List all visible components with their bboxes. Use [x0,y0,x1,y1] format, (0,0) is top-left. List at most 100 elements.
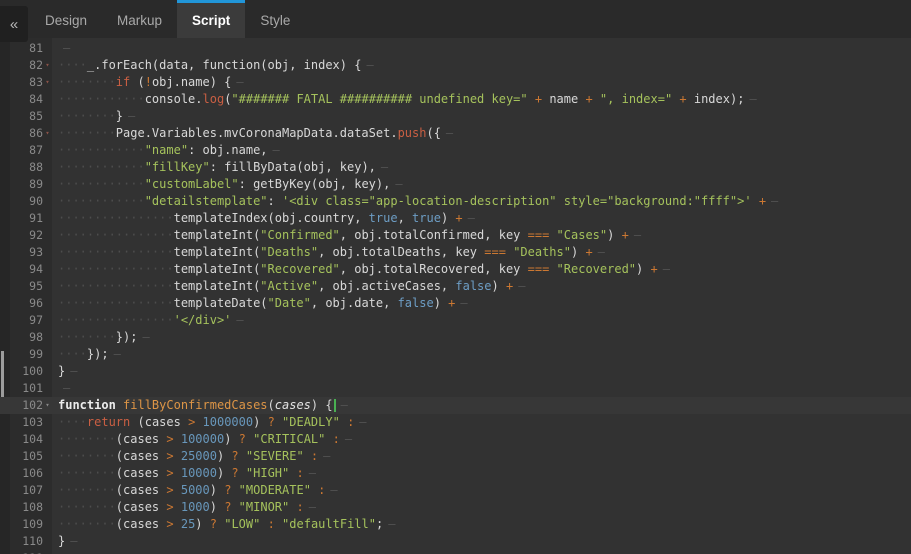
code-line[interactable]: 89 ············"customLabel": getByKey(ob… [0,176,911,193]
eol-mark: – [468,211,475,225]
eol-mark: – [460,296,467,310]
code-text: }– [52,363,77,380]
code-text: ················templateDate("Date", obj… [52,295,468,312]
eol-mark: – [663,262,670,276]
line-number: 99 [29,346,43,363]
line-number: 111 [22,550,43,554]
code-text: ············console.log("####### FATAL #… [52,91,757,108]
eol-mark: – [63,381,70,395]
line-number: 109 [22,516,43,533]
line-number: 85 [29,108,43,125]
code-line[interactable]: 87············"name": obj.name,– [0,142,911,159]
code-text: ········(cases > 10000) ? "HIGH" :– [52,465,316,482]
line-number: 103 [22,414,43,431]
code-line[interactable]: 94················templateInt("Recovered… [0,261,911,278]
fold-toggle-icon[interactable]: ▾ [43,57,52,74]
code-line[interactable]: 103 ····return (cases > 1000000) ? "DEADL… [0,414,911,431]
eol-mark: – [771,194,778,208]
line-number: 88 [29,159,43,176]
line-number: 81 [29,40,43,57]
code-line[interactable]: 106········(cases > 10000) ? "HIGH" :– [0,465,911,482]
code-line[interactable]: 108 ········(cases > 1000) ? "MINOR" :– [0,499,911,516]
code-line[interactable]: 97················'</div>'– [0,312,911,329]
code-line[interactable]: 105········(cases > 25000) ? "SEVERE" :– [0,448,911,465]
code-text: ········(cases > 25) ? "LOW" : "defaultF… [52,516,395,533]
code-text: function fillByConfirmedCases(cases) {– [52,397,348,414]
code-line[interactable]: 101– [0,380,911,397]
tab-markup[interactable]: Markup [102,0,177,38]
fold-toggle-icon[interactable]: ▾ [43,125,52,142]
code-text: – [52,40,70,57]
eol-mark: – [634,228,641,242]
code-text: – [52,380,70,397]
line-number: 93 [29,244,43,261]
code-line[interactable]: 111– [0,550,911,554]
code-line[interactable]: 86▾········Page.Variables.mvCoronaMapDat… [0,125,911,142]
code-line[interactable]: 91 ················templateIndex(obj.coun… [0,210,911,227]
script-editor-window: { "topbar": { "collapse_icon": "«", "tab… [0,0,911,554]
eol-mark: – [359,415,366,429]
line-number: 98 [29,329,43,346]
line-number: 96 [29,295,43,312]
code-line[interactable]: 93················templateInt("Deaths", … [0,244,911,261]
code-line[interactable]: 104········(cases > 100000) ? "CRITICAL"… [0,431,911,448]
code-line[interactable]: 98 ········});– [0,329,911,346]
line-number: 89 [29,176,43,193]
fold-toggle-icon[interactable]: ▾ [43,397,52,414]
code-line[interactable]: 95················templateInt("Active", … [0,278,911,295]
code-line[interactable]: 109 ········(cases > 25) ? "LOW" : "defau… [0,516,911,533]
code-line[interactable]: 99····});– [0,346,911,363]
collapse-panel-button[interactable]: « [0,6,28,42]
tab-style[interactable]: Style [245,0,305,38]
eol-mark: – [309,500,316,514]
chevron-double-left-icon: « [10,16,18,33]
eol-mark: – [345,432,352,446]
eol-mark: – [236,313,243,327]
eol-mark: – [749,92,756,106]
eol-mark: – [388,517,395,531]
eol-mark: – [309,466,316,480]
code-line[interactable]: 82▾····_.forEach(data, function(obj, ind… [0,57,911,74]
code-line[interactable]: 110 }– [0,533,911,550]
fold-toggle-icon[interactable]: ▾ [43,74,52,91]
code-line[interactable]: 88 ············"fillKey": fillByData(obj,… [0,159,911,176]
line-number: 108 [22,499,43,516]
code-line[interactable]: 83▾········if (!obj.name) {– [0,74,911,91]
code-text: ········});– [52,329,150,346]
line-number: 105 [22,448,43,465]
editor-tab-bar: Design Markup Script Style [30,0,911,38]
code-line[interactable]: 96 ················templateDate("Date", o… [0,295,911,312]
code-line[interactable]: 84············console.log("####### FATAL… [0,91,911,108]
code-line[interactable]: 90············"detailstemplate": '<div c… [0,193,911,210]
line-number: 91 [29,210,43,227]
code-text: ············"fillKey": fillByData(obj, k… [52,159,388,176]
code-text: ····return (cases > 1000000) ? "DEADLY" … [52,414,367,431]
code-text: }– [52,533,77,550]
code-text: ················templateInt("Recovered",… [52,261,670,278]
eol-mark: – [446,126,453,140]
eol-mark: – [70,534,77,548]
line-number: 83 [29,74,43,91]
line-number: 110 [22,533,43,550]
eol-mark: – [518,279,525,293]
code-line[interactable]: 85········}– [0,108,911,125]
tab-design[interactable]: Design [30,0,102,38]
tab-script[interactable]: Script [177,0,245,38]
code-line[interactable]: 92················templateInt("Confirmed… [0,227,911,244]
code-line[interactable]: 102▾function fillByConfirmedCases(cases)… [0,397,911,414]
code-text: ················templateIndex(obj.countr… [52,210,475,227]
code-editor[interactable]: 81–82▾····_.forEach(data, function(obj, … [0,38,911,554]
eol-mark: – [70,364,77,378]
code-text: ········(cases > 1000) ? "MINOR" :– [52,499,316,516]
code-text: ············"name": obj.name,– [52,142,280,159]
code-line[interactable]: 100}– [0,363,911,380]
code-line[interactable]: 107········(cases > 5000) ? "MODERATE" :… [0,482,911,499]
eol-mark: – [114,347,121,361]
line-number: 102 [22,397,43,414]
code-line[interactable]: 81– [0,40,911,57]
code-text: ············"customLabel": getByKey(obj,… [52,176,403,193]
eol-mark: – [330,483,337,497]
line-number: 95 [29,278,43,295]
eol-mark: – [142,330,149,344]
code-text: ········(cases > 100000) ? "CRITICAL" :– [52,431,352,448]
